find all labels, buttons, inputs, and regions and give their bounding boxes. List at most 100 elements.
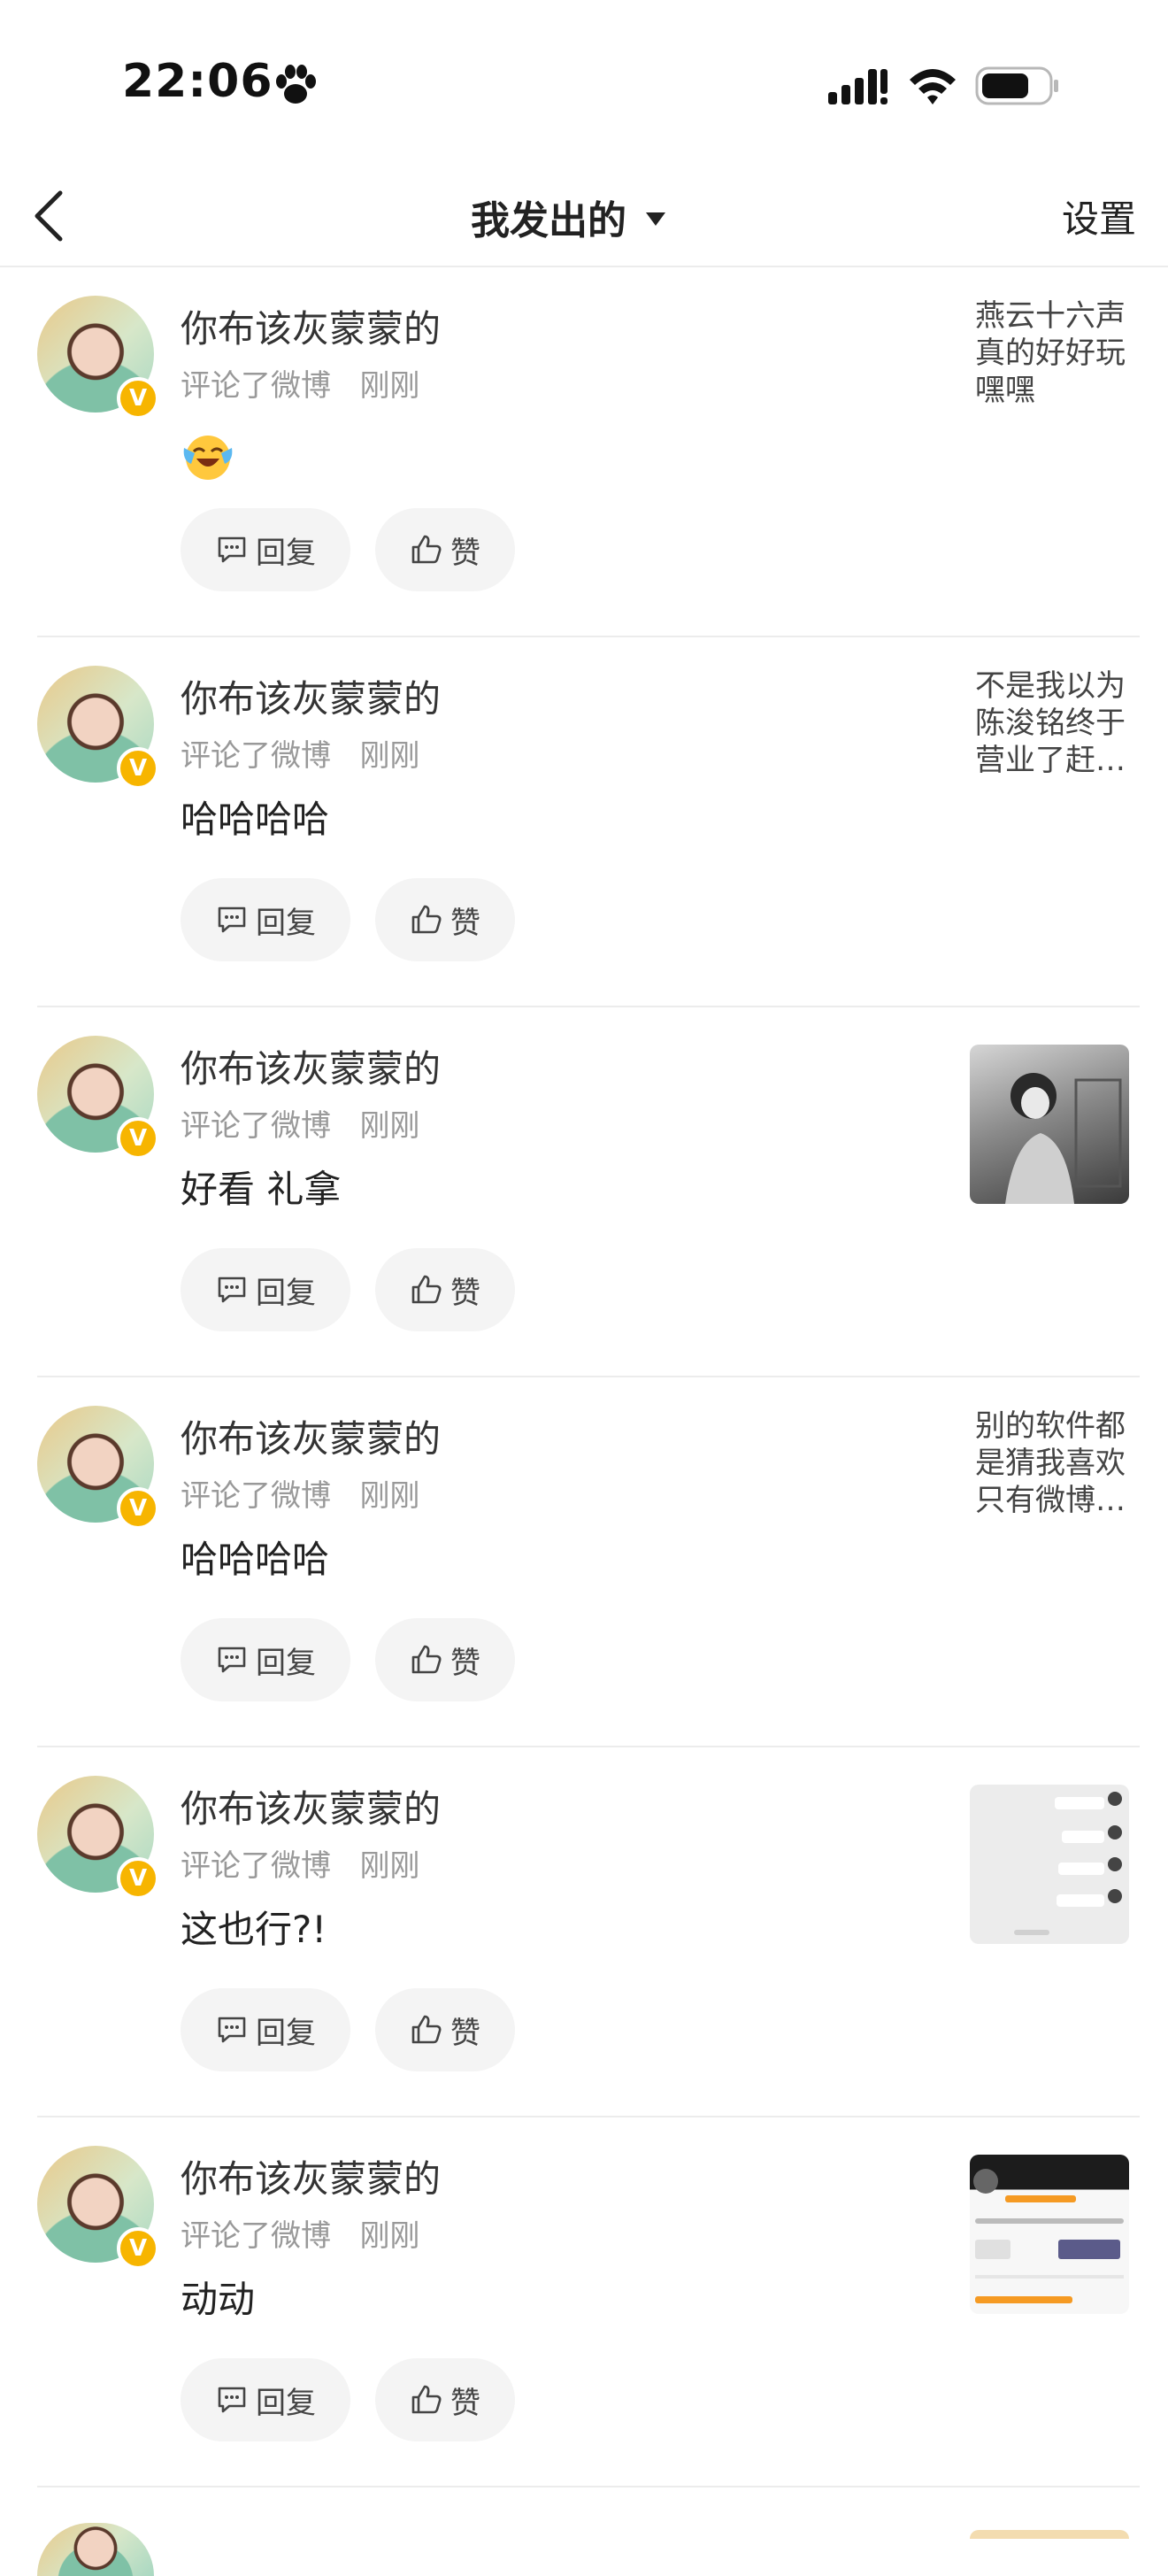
comment-bubble-icon	[218, 1647, 246, 1673]
comment-text: 哈哈哈哈	[181, 798, 330, 841]
caret-down-icon	[646, 212, 665, 226]
comment-item[interactable]: V 你布该灰蒙蒙的 评论了微博 刚刚 这也行?! 回复 赞	[0, 1747, 1168, 2117]
like-button[interactable]: 赞	[375, 1248, 515, 1331]
comment-meta: 评论了微博 刚刚	[181, 2211, 419, 2255]
thumbs-up-icon	[411, 1645, 442, 1674]
nav-title-dropdown[interactable]: 我发出的	[471, 186, 667, 248]
like-label: 赞	[450, 2015, 480, 2051]
reply-button[interactable]: 回复	[181, 508, 350, 591]
comment-meta: 评论了微博 刚刚	[181, 361, 419, 405]
timestamp: 刚刚	[359, 1108, 420, 1144]
post-thumbnail[interactable]	[970, 2155, 1129, 2314]
timestamp: 刚刚	[359, 1848, 420, 1884]
comment-bubble-icon	[218, 1276, 246, 1303]
like-button[interactable]: 赞	[375, 1988, 515, 2071]
signal-icon	[828, 69, 888, 104]
comment-item[interactable]: V 你布该灰蒙蒙的 评论了微博 刚刚 回复 赞 燕云十六声真的好好玩嘿嘿	[0, 267, 1168, 637]
chat-screenshot-image	[1014, 1792, 1122, 1935]
reply-label: 回复	[256, 2385, 316, 2421]
like-label: 赞	[450, 905, 480, 941]
verified-badge-icon: V	[117, 1857, 159, 1900]
reply-label: 回复	[256, 535, 316, 571]
comment-bubble-icon	[218, 906, 246, 933]
like-label: 赞	[450, 1645, 480, 1681]
verified-badge-icon: V	[117, 2227, 159, 2270]
username[interactable]: 你布该灰蒙蒙的	[181, 669, 441, 723]
original-post-preview[interactable]: 燕云十六声真的好好玩嘿嘿	[975, 297, 1143, 409]
like-button[interactable]: 赞	[375, 878, 515, 961]
settings-button[interactable]: 设置	[1062, 189, 1136, 243]
timestamp: 刚刚	[359, 2218, 420, 2254]
comment-item[interactable]: V 你布该灰蒙蒙的 评论了微博 刚刚 动动 回复 赞	[0, 2117, 1168, 2487]
avatar	[37, 2523, 154, 2576]
timestamp: 刚刚	[359, 368, 420, 404]
timestamp: 刚刚	[359, 1478, 420, 1514]
thumbs-up-icon	[411, 905, 442, 934]
comment-text: 好看 礼拿	[181, 1168, 342, 1211]
reply-button[interactable]: 回复	[181, 2358, 350, 2441]
verified-badge-icon: V	[117, 1487, 159, 1530]
username[interactable]: 你布该灰蒙蒙的	[181, 299, 441, 353]
comment-text: 哈哈哈哈	[181, 1538, 330, 1581]
like-label: 赞	[450, 535, 480, 571]
original-post-preview[interactable]: 别的软件都是猜我喜欢只有微博…	[975, 1408, 1143, 1519]
comment-meta: 评论了微博 刚刚	[181, 1471, 419, 1515]
verified-badge-icon: V	[117, 377, 159, 420]
back-arrow-icon[interactable]	[25, 181, 74, 251]
like-button[interactable]: 赞	[375, 508, 515, 591]
reply-button[interactable]: 回复	[181, 1988, 350, 2071]
post-thumbnail	[970, 2530, 1129, 2539]
action-text: 评论了微博	[181, 1108, 331, 1144]
reply-label: 回复	[256, 905, 316, 941]
action-text: 评论了微博	[181, 738, 331, 774]
comment-bubble-icon	[218, 2387, 246, 2413]
like-label: 赞	[450, 1275, 480, 1311]
like-button[interactable]: 赞	[375, 1618, 515, 1701]
reply-label: 回复	[256, 2015, 316, 2051]
profile-screenshot-image	[973, 2169, 1124, 2303]
thumbs-up-icon	[411, 2385, 442, 2414]
laughing-crying-emoji-icon	[183, 436, 233, 480]
thumbs-up-icon	[411, 2015, 442, 2044]
verified-badge-icon: V	[117, 747, 159, 790]
nav-bar: 我发出的 设置	[0, 168, 1168, 267]
username[interactable]: 你布该灰蒙蒙的	[181, 1039, 441, 1093]
username[interactable]: 你布该灰蒙蒙的	[181, 2149, 441, 2203]
action-text: 评论了微博	[181, 2218, 331, 2254]
username[interactable]: 你布该灰蒙蒙的	[181, 1779, 441, 1833]
comment-text: 动动	[181, 2278, 256, 2321]
comment-bubble-icon	[218, 536, 246, 563]
comment-text: 这也行?!	[181, 1908, 327, 1951]
paw-icon	[276, 65, 316, 104]
timestamp: 刚刚	[359, 738, 420, 774]
comment-item[interactable]: V 你布该灰蒙蒙的 评论了微博 刚刚 哈哈哈哈 回复 赞 别的软件都是猜我喜欢只…	[0, 1377, 1168, 1747]
action-text: 评论了微博	[181, 368, 331, 404]
comment-bubble-icon	[218, 2017, 246, 2043]
post-thumbnail[interactable]	[970, 1045, 1129, 1204]
wifi-icon	[910, 69, 956, 104]
username[interactable]: 你布该灰蒙蒙的	[181, 1409, 441, 1463]
comment-item[interactable]: V 你布该灰蒙蒙的 评论了微博 刚刚 好看 礼拿 回复 赞	[0, 1007, 1168, 1377]
verified-badge-icon: V	[117, 1117, 159, 1160]
reply-button[interactable]: 回复	[181, 1248, 350, 1331]
status-time: 22:06	[122, 55, 273, 108]
comment-list: V 你布该灰蒙蒙的 评论了微博 刚刚 回复 赞 燕云十六声真的好好玩嘿嘿 V 你…	[0, 267, 1168, 2576]
like-label: 赞	[450, 2385, 480, 2421]
reply-button[interactable]: 回复	[181, 878, 350, 961]
thumbs-up-icon	[411, 535, 442, 564]
status-bar: 22:06	[0, 0, 1168, 168]
thumbs-up-icon	[411, 1275, 442, 1304]
reply-button[interactable]: 回复	[181, 1618, 350, 1701]
photo-thumbnail-image	[1005, 1073, 1122, 1204]
action-text: 评论了微博	[181, 1478, 331, 1514]
post-thumbnail[interactable]	[970, 1785, 1129, 1944]
action-text: 评论了微博	[181, 1848, 331, 1884]
comment-item-partial	[0, 2487, 1168, 2576]
reply-label: 回复	[256, 1275, 316, 1311]
reply-label: 回复	[256, 1645, 316, 1681]
like-button[interactable]: 赞	[375, 2358, 515, 2441]
comment-item[interactable]: V 你布该灰蒙蒙的 评论了微博 刚刚 哈哈哈哈 回复 赞 不是我以为陈浚铭终于营…	[0, 637, 1168, 1007]
comment-meta: 评论了微博 刚刚	[181, 1841, 419, 1885]
battery-icon	[975, 66, 1058, 105]
original-post-preview[interactable]: 不是我以为陈浚铭终于营业了赶…	[975, 667, 1143, 779]
